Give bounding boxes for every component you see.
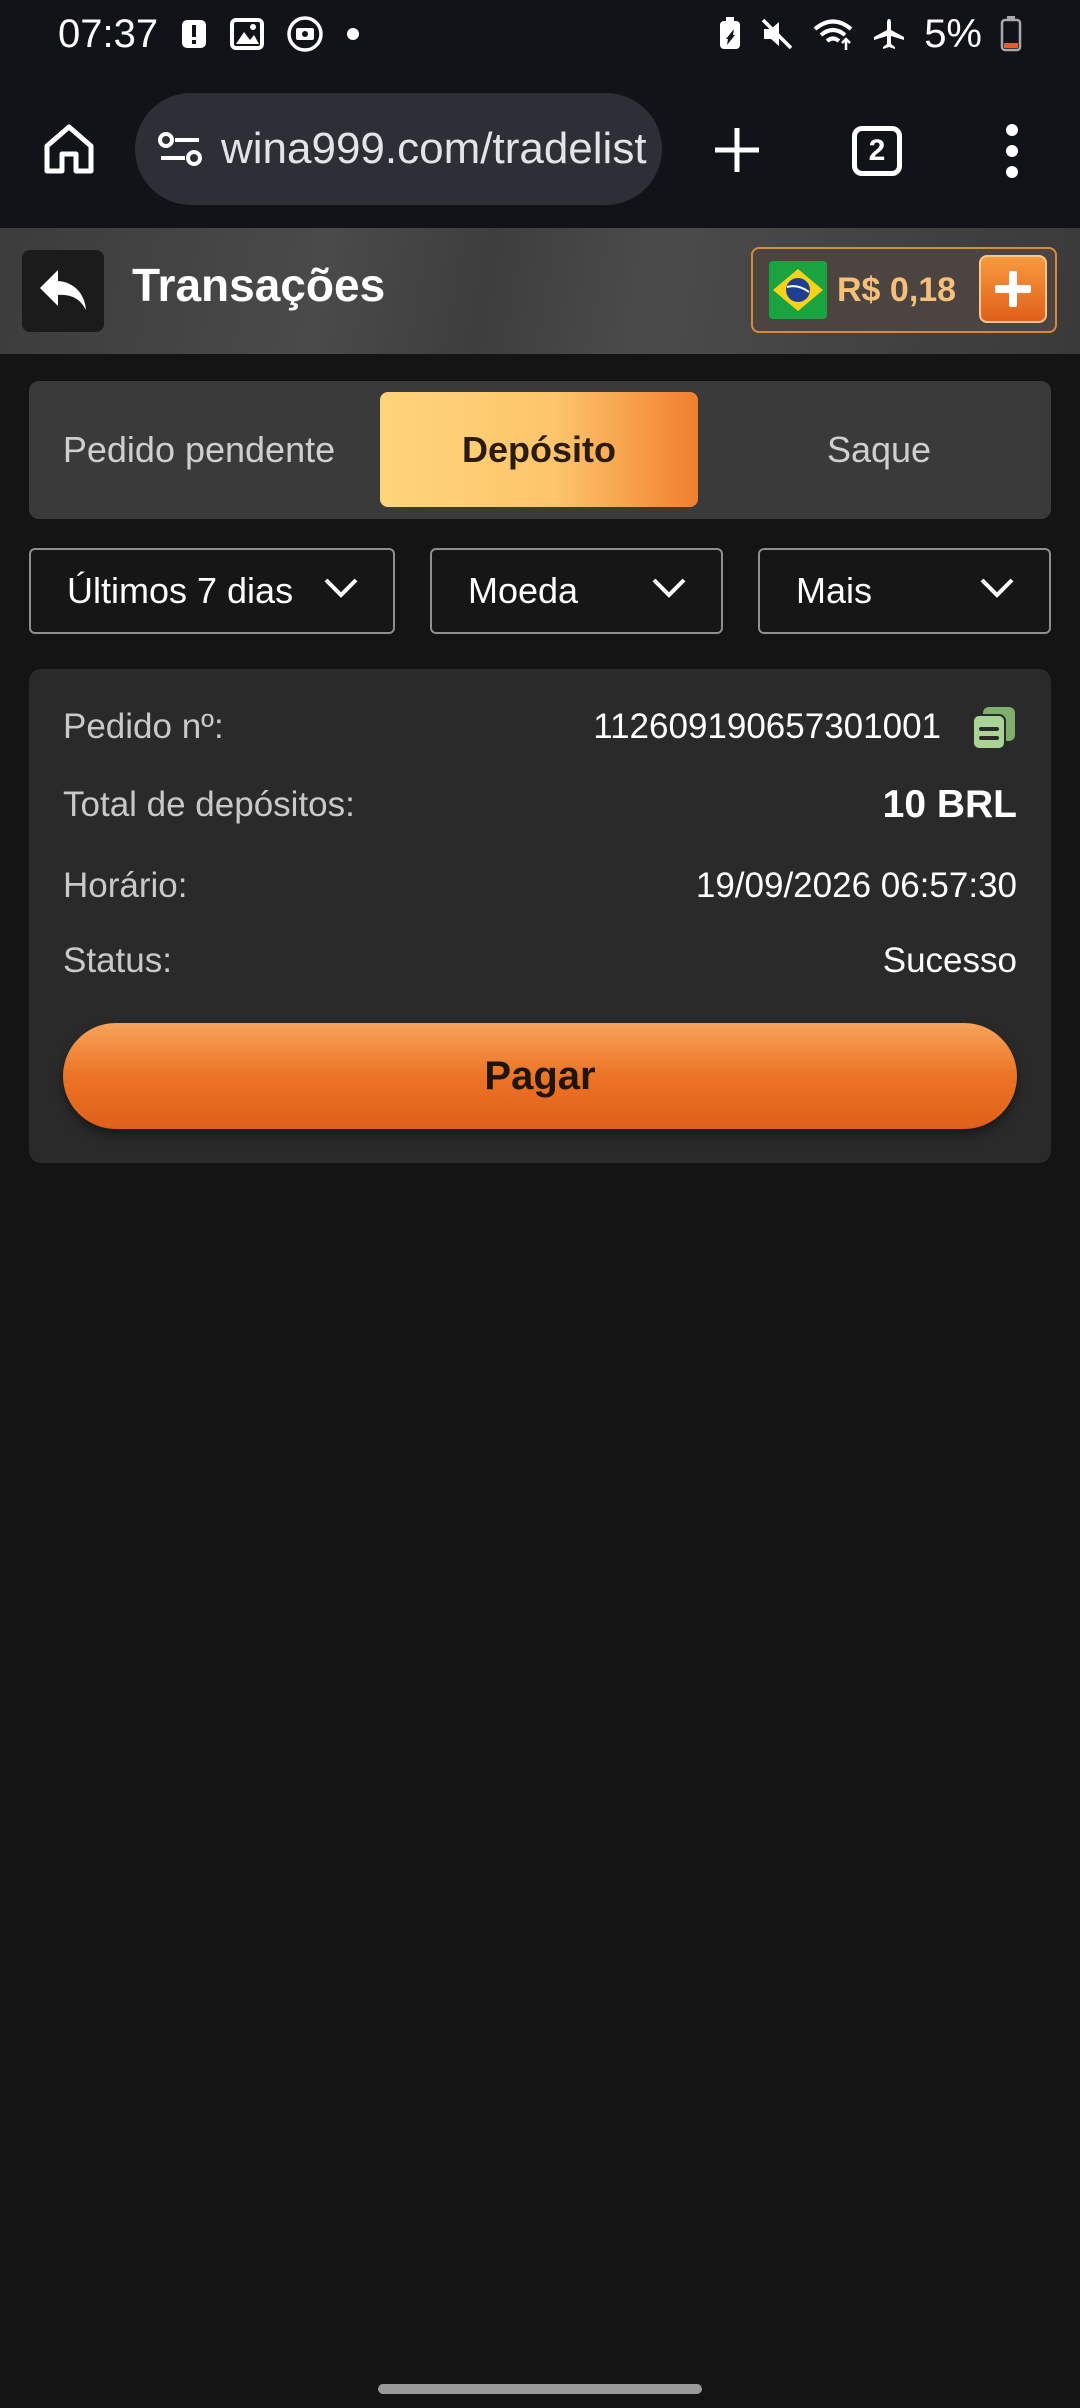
back-arrow-icon — [40, 270, 86, 310]
order-number-value: 112609190657301001 — [593, 707, 941, 746]
home-icon[interactable] — [42, 122, 96, 176]
back-button[interactable] — [22, 250, 104, 332]
deposit-order-card: Pedido nº: 112609190657301001 Total de d… — [29, 669, 1051, 1163]
period-filter[interactable]: Últimos 7 dias — [29, 548, 395, 634]
new-tab-icon[interactable] — [713, 126, 761, 174]
currency-filter[interactable]: Moeda — [430, 548, 723, 634]
alert-icon — [182, 20, 207, 48]
tab-withdrawal[interactable]: Saque — [709, 392, 1049, 507]
chevron-down-icon — [324, 578, 358, 598]
chevron-down-icon — [652, 578, 686, 598]
total-deposits-value: 10 BRL — [882, 783, 1017, 826]
home-indicator[interactable] — [378, 2384, 702, 2394]
page-header: Transações R$ 0,18 — [0, 228, 1080, 354]
currency-filter-label: Moeda — [468, 570, 579, 611]
wifi-icon — [813, 19, 853, 50]
battery-saver-icon — [720, 17, 741, 49]
pay-button[interactable]: Pagar — [63, 1023, 1017, 1129]
status-bar: 07:37 5% — [0, 0, 1080, 68]
balance-widget: R$ 0,18 — [751, 247, 1057, 333]
plus-icon — [995, 271, 1031, 307]
transaction-tabs: Pedido pendente Depósito Saque — [29, 381, 1051, 519]
balance-amount: R$ 0,18 — [837, 270, 957, 309]
tab-deposit[interactable]: Depósito — [380, 392, 698, 507]
tab-switcher-button[interactable]: 2 — [852, 126, 902, 176]
order-number-label: Pedido nº: — [63, 707, 224, 746]
more-options-icon[interactable] — [1000, 124, 1024, 178]
period-filter-label: Últimos 7 dias — [67, 570, 294, 611]
status-time: 07:37 — [58, 11, 159, 56]
tab-pending-order[interactable]: Pedido pendente — [29, 392, 369, 507]
more-filter-label: Mais — [796, 570, 873, 611]
battery-icon — [1000, 16, 1022, 52]
status-label: Status: — [63, 941, 172, 980]
chevron-down-icon — [980, 578, 1014, 598]
time-label: Horário: — [63, 866, 188, 905]
airplane-icon — [874, 19, 905, 49]
more-filter[interactable]: Mais — [758, 548, 1051, 634]
site-settings-icon[interactable] — [157, 129, 203, 169]
url-text: wina999.com/tradelist — [221, 124, 647, 173]
battery-percent: 5% — [924, 11, 982, 56]
total-deposits-label: Total de depósitos: — [63, 785, 355, 824]
image-icon — [230, 18, 265, 50]
status-value: Sucesso — [882, 941, 1017, 980]
screen-record-icon — [287, 16, 323, 52]
dot-icon — [347, 28, 360, 40]
address-bar[interactable]: wina999.com/tradelist — [135, 93, 662, 205]
add-funds-button[interactable] — [979, 255, 1047, 323]
browser-toolbar: wina999.com/tradelist 2 — [0, 68, 1080, 228]
time-value: 19/09/2026 06:57:30 — [695, 866, 1017, 905]
brazil-flag-icon — [769, 261, 827, 319]
copy-icon[interactable] — [971, 705, 1017, 751]
mute-icon — [761, 18, 793, 50]
page-title: Transações — [132, 259, 386, 311]
